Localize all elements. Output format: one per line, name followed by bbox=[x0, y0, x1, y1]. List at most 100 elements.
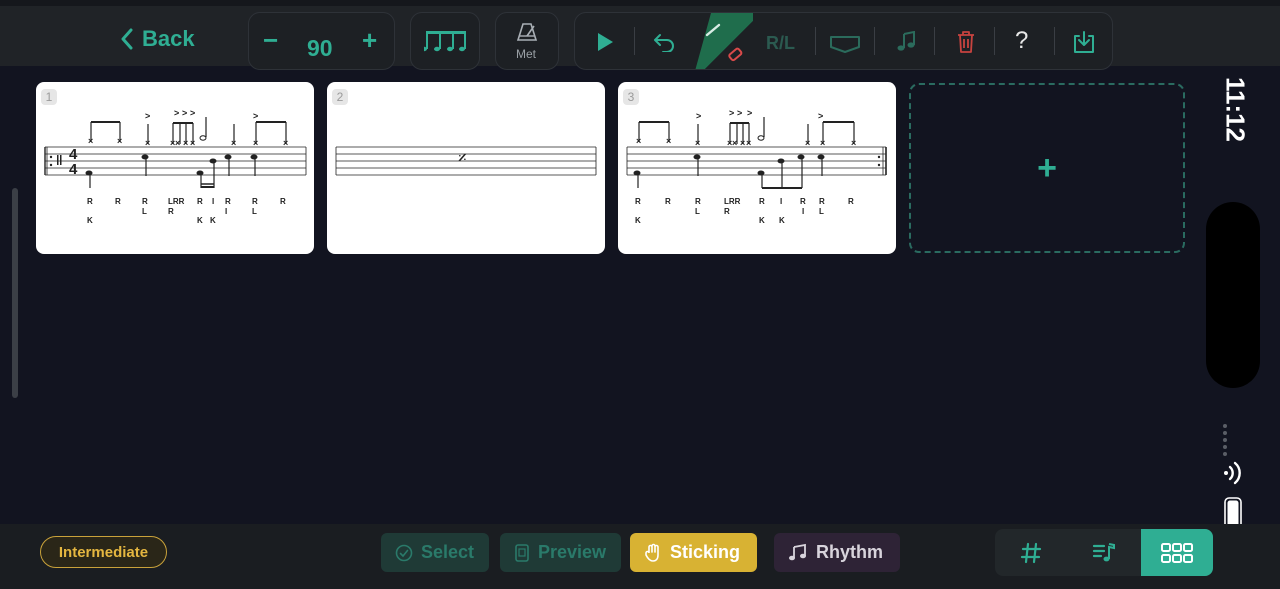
svg-text:×: × bbox=[175, 138, 180, 148]
svg-text:>: > bbox=[747, 108, 752, 118]
metronome-button[interactable]: Met bbox=[495, 12, 559, 70]
svg-text:>: > bbox=[253, 111, 258, 121]
scrollbar[interactable] bbox=[12, 188, 18, 398]
svg-text:×: × bbox=[732, 138, 737, 148]
svg-text:>: > bbox=[737, 108, 742, 118]
measure-card-2[interactable]: 2 𝄎 bbox=[327, 82, 605, 254]
back-button[interactable]: Back bbox=[120, 26, 195, 52]
svg-text:L: L bbox=[252, 207, 257, 216]
divider bbox=[994, 27, 995, 55]
svg-text:×: × bbox=[145, 138, 150, 148]
status-time: 11:12 bbox=[1220, 76, 1251, 143]
svg-text:K: K bbox=[87, 216, 93, 225]
view-score-button[interactable] bbox=[1068, 529, 1140, 576]
view-numbers-button[interactable] bbox=[995, 529, 1067, 576]
svg-text:>: > bbox=[818, 111, 823, 121]
measure-card-3[interactable]: 3 × × × × × × × × × × > > > > > R R R LR… bbox=[618, 82, 896, 254]
svg-text:×: × bbox=[117, 136, 122, 146]
svg-text:R: R bbox=[87, 197, 93, 206]
svg-text:R: R bbox=[800, 197, 806, 206]
svg-text:LRR: LRR bbox=[168, 197, 185, 206]
note-value-button[interactable] bbox=[410, 12, 480, 70]
svg-text:×: × bbox=[820, 138, 825, 148]
svg-text:R: R bbox=[848, 197, 854, 206]
svg-text:R: R bbox=[665, 197, 671, 206]
svg-text:R: R bbox=[695, 197, 701, 206]
svg-text:LRR: LRR bbox=[724, 197, 741, 206]
hash-icon bbox=[1020, 542, 1042, 563]
svg-text:>: > bbox=[182, 108, 187, 118]
check-circle-icon bbox=[395, 544, 413, 561]
mode-preview-button[interactable]: Preview bbox=[500, 533, 621, 572]
metronome-label: Met bbox=[516, 47, 537, 61]
help-button[interactable]: ? bbox=[1015, 27, 1028, 55]
pencil-eraser-toggle[interactable] bbox=[695, 13, 753, 69]
mode-label: Preview bbox=[538, 542, 607, 562]
rl-toggle-button[interactable]: R/L bbox=[766, 33, 795, 54]
svg-text:R: R bbox=[819, 197, 825, 206]
svg-text:K: K bbox=[197, 216, 203, 225]
svg-text:R: R bbox=[280, 197, 286, 206]
divider bbox=[874, 27, 875, 55]
tempo-increase-button[interactable]: + bbox=[362, 25, 377, 56]
music-note-icon bbox=[897, 31, 915, 51]
difficulty-level-badge[interactable]: Intermediate bbox=[40, 536, 167, 568]
dynamic-island bbox=[1206, 202, 1260, 388]
svg-text:R: R bbox=[142, 197, 148, 206]
svg-text:>: > bbox=[190, 108, 195, 118]
edit-tools-group: R/L ? bbox=[574, 12, 1113, 70]
drum-notation: 4 4 × × × × × × × × × × > > > > > R R R … bbox=[44, 108, 307, 225]
svg-text:×: × bbox=[88, 136, 93, 146]
svg-text:I: I bbox=[780, 197, 782, 206]
svg-text:4: 4 bbox=[69, 161, 78, 178]
view-switcher bbox=[995, 529, 1213, 576]
tempo-control: − 90 + bbox=[248, 12, 395, 70]
tempo-decrease-button[interactable]: − bbox=[263, 25, 278, 56]
svg-text:×: × bbox=[851, 138, 856, 148]
svg-text:L: L bbox=[695, 207, 700, 216]
music-notes-icon bbox=[789, 543, 806, 560]
flam-button[interactable] bbox=[827, 25, 863, 63]
svg-text:×: × bbox=[190, 138, 195, 148]
hand-icon bbox=[645, 543, 659, 562]
add-measure-button[interactable]: + bbox=[909, 83, 1185, 253]
top-toolbar: Back − 90 + Met R/L ? bbox=[0, 0, 1280, 70]
plus-icon: + bbox=[1037, 148, 1057, 187]
view-grid-button[interactable] bbox=[1141, 529, 1213, 576]
divider bbox=[815, 27, 816, 55]
mode-rhythm-button[interactable]: Rhythm bbox=[774, 533, 900, 572]
divider bbox=[634, 27, 635, 55]
export-button[interactable] bbox=[1071, 23, 1097, 61]
svg-text:>: > bbox=[696, 111, 701, 121]
document-icon bbox=[515, 543, 529, 562]
svg-text:L: L bbox=[142, 207, 147, 216]
svg-text:R: R bbox=[635, 197, 641, 206]
download-icon bbox=[1074, 31, 1094, 53]
delete-button[interactable] bbox=[953, 23, 979, 61]
svg-text:R: R bbox=[197, 197, 203, 206]
dots-icon bbox=[1223, 424, 1227, 459]
mode-label: Rhythm bbox=[816, 542, 883, 562]
svg-text:K: K bbox=[635, 216, 641, 225]
svg-text:L: L bbox=[819, 207, 824, 216]
svg-text:R: R bbox=[252, 197, 258, 206]
svg-text:×: × bbox=[666, 136, 671, 146]
measure-card-1[interactable]: 1 4 4 × × × × × × × × × × > > > > > R R … bbox=[36, 82, 314, 254]
undo-button[interactable] bbox=[651, 23, 677, 61]
grace-note-button[interactable] bbox=[893, 23, 919, 61]
chevron-left-icon bbox=[121, 28, 133, 50]
svg-text:>: > bbox=[729, 108, 734, 118]
trash-icon bbox=[958, 31, 974, 53]
back-label: Back bbox=[142, 26, 195, 51]
svg-text:>: > bbox=[174, 108, 179, 118]
drum-notation: × × × × × × × × × × > > > > > R R R LRR R I R R R K… bbox=[626, 108, 887, 225]
svg-text:R: R bbox=[759, 197, 765, 206]
play-button[interactable] bbox=[593, 23, 617, 61]
svg-text:K: K bbox=[779, 216, 785, 225]
divider bbox=[1054, 27, 1055, 55]
metronome-icon bbox=[516, 23, 538, 41]
mode-select-button[interactable]: Select bbox=[381, 533, 489, 572]
svg-text:I: I bbox=[225, 207, 227, 216]
svg-text:×: × bbox=[183, 138, 188, 148]
mode-sticking-button[interactable]: Sticking bbox=[630, 533, 757, 572]
